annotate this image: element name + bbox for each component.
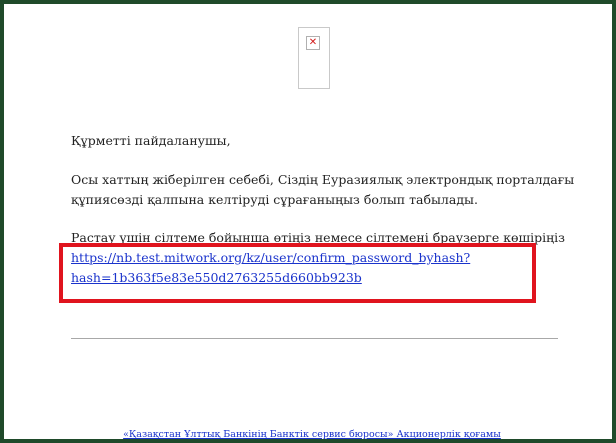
header-logo: ✕ bbox=[298, 27, 330, 89]
greeting-line: Құрметті пайдаланушы, bbox=[71, 133, 231, 148]
confirm-link-line-1: https://nb.test.mitwork.org/kz/user/conf… bbox=[71, 250, 471, 265]
confirm-password-link[interactable]: https://nb.test.mitwork.org/kz/user/conf… bbox=[71, 248, 470, 288]
reason-paragraph: Осы хаттың жіберілген себебі, Сіздің Еур… bbox=[71, 170, 574, 210]
footer: «Қазақстан Ұлттық Банкінің Банктік серви… bbox=[4, 428, 616, 442]
reason-line-1: Осы хаттың жіберілген себебі, Сіздің Еур… bbox=[71, 172, 575, 187]
confirm-link-line-2: hash=1b363f5e83e550d2763255d660bb923b bbox=[71, 270, 362, 285]
reason-line-2: құпиясөзді қалпына келтіруді сұрағаныңыз… bbox=[71, 192, 478, 207]
instruction-paragraph: Растау үшін сілтеме бойынша өтіңіз немес… bbox=[71, 228, 565, 248]
link-trailing-period: . bbox=[341, 270, 345, 285]
email-frame: ✕ Құрметті пайдаланушы, Осы хаттың жібер… bbox=[0, 0, 616, 443]
footer-divider bbox=[71, 338, 558, 339]
footer-company-link[interactable]: «Қазақстан Ұлттық Банкінің Банктік серви… bbox=[123, 429, 501, 440]
greeting-text: Құрметті пайдаланушы, bbox=[71, 131, 231, 151]
broken-image-icon: ✕ bbox=[306, 36, 320, 50]
instruction-line: Растау үшін сілтеме бойынша өтіңіз немес… bbox=[71, 230, 565, 245]
